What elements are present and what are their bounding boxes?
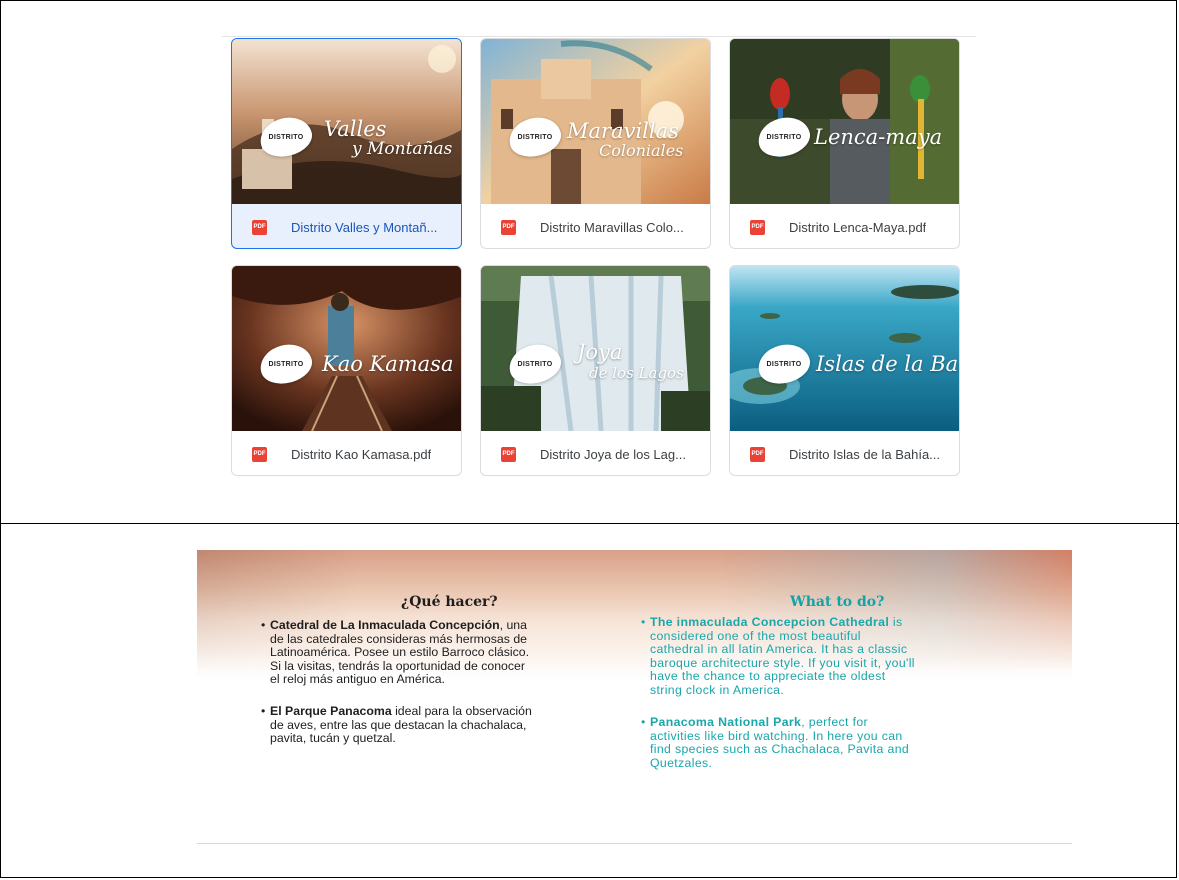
pdf-icon: PDF bbox=[750, 446, 765, 462]
distrito-badge: DISTRITO bbox=[256, 112, 316, 162]
file-name: Distrito Lenca-Maya.pdf bbox=[789, 219, 927, 235]
thumbnail-subtitle: de los Lagos bbox=[589, 364, 684, 382]
pdf-icon: PDF bbox=[252, 446, 267, 462]
file-card-footer: PDF Distrito Joya de los Lag... bbox=[481, 431, 710, 475]
distrito-badge: DISTRITO bbox=[754, 112, 814, 162]
file-card-footer: PDF Distrito Islas de la Bahía... bbox=[730, 431, 959, 475]
spanish-heading: ¿Qué hacer? bbox=[401, 594, 498, 610]
info-banner: ¿Qué hacer? • Catedral de La Inmaculada … bbox=[197, 550, 1072, 820]
pdf-icon: PDF bbox=[252, 219, 267, 235]
thumbnail-subtitle: y Montañas bbox=[352, 139, 453, 159]
file-thumbnail: DISTRITO Maravillas Coloniales bbox=[481, 39, 710, 204]
file-card-footer: PDF Distrito Maravillas Colo... bbox=[481, 204, 710, 248]
english-item: • The inmaculada Concepcion Cathedral is… bbox=[641, 615, 915, 697]
file-card[interactable]: DISTRITO Valles y Montañas PDF Distrito … bbox=[231, 38, 462, 249]
file-thumbnail: DISTRITO Kao Kamasa bbox=[232, 266, 461, 431]
file-name: Distrito Joya de los Lag... bbox=[540, 446, 686, 462]
pdf-icon: PDF bbox=[501, 219, 516, 235]
thumbnail-title: Maravillas bbox=[567, 119, 679, 143]
top-rule bbox=[222, 36, 976, 37]
file-thumbnail: DISTRITO Valles y Montañas bbox=[232, 39, 461, 204]
file-name: Distrito Valles y Montañ... bbox=[291, 219, 438, 235]
file-name: Distrito Kao Kamasa.pdf bbox=[291, 446, 432, 462]
distrito-badge: DISTRITO bbox=[505, 112, 565, 162]
pdf-icon: PDF bbox=[501, 446, 516, 462]
file-thumbnail: DISTRITO Joya de los Lagos bbox=[481, 266, 710, 431]
section-divider bbox=[0, 523, 1179, 524]
thumbnail-title: Joya bbox=[577, 340, 623, 364]
file-card-footer: PDF Distrito Kao Kamasa.pdf bbox=[232, 431, 461, 475]
pdf-icon: PDF bbox=[750, 219, 765, 235]
file-card[interactable]: DISTRITO Islas de la Bahía PDF Distrito … bbox=[729, 265, 960, 476]
file-card[interactable]: DISTRITO Kao Kamasa PDF Distrito Kao Kam… bbox=[231, 265, 462, 476]
distrito-badge: DISTRITO bbox=[256, 339, 316, 389]
spanish-item: • Catedral de La Inmaculada Concepción, … bbox=[261, 618, 530, 687]
file-card-footer: PDF Distrito Valles y Montañ... bbox=[232, 204, 461, 248]
thumbnail-title: Kao Kamasa bbox=[322, 352, 454, 376]
file-card[interactable]: DISTRITO Maravillas Coloniales PDF Distr… bbox=[480, 38, 711, 249]
file-name: Distrito Islas de la Bahía... bbox=[789, 446, 941, 462]
bottom-rule bbox=[197, 843, 1072, 844]
thumbnail-title: Valles bbox=[324, 117, 387, 141]
file-card[interactable]: DISTRITO Joya de los Lagos PDF Distrito … bbox=[480, 265, 711, 476]
file-card[interactable]: DISTRITO Lenca-maya PDF Distrito Lenca-M… bbox=[729, 38, 960, 249]
thumbnail-subtitle: Coloniales bbox=[599, 141, 684, 160]
distrito-badge: DISTRITO bbox=[505, 339, 565, 389]
file-card-footer: PDF Distrito Lenca-Maya.pdf bbox=[730, 204, 959, 248]
english-item: • Panacoma National Park, perfect for ac… bbox=[641, 715, 910, 770]
file-thumbnail: DISTRITO Islas de la Bahía bbox=[730, 266, 959, 431]
file-thumbnail: DISTRITO Lenca-maya bbox=[730, 39, 959, 204]
distrito-badge: DISTRITO bbox=[754, 339, 814, 389]
spanish-item: • El Parque Panacoma ideal para la obser… bbox=[261, 704, 532, 746]
file-name: Distrito Maravillas Colo... bbox=[540, 219, 684, 235]
thumbnail-title: Islas de la Bahía bbox=[816, 352, 959, 376]
thumbnail-title: Lenca-maya bbox=[814, 125, 943, 149]
english-heading: What to do? bbox=[790, 594, 885, 610]
